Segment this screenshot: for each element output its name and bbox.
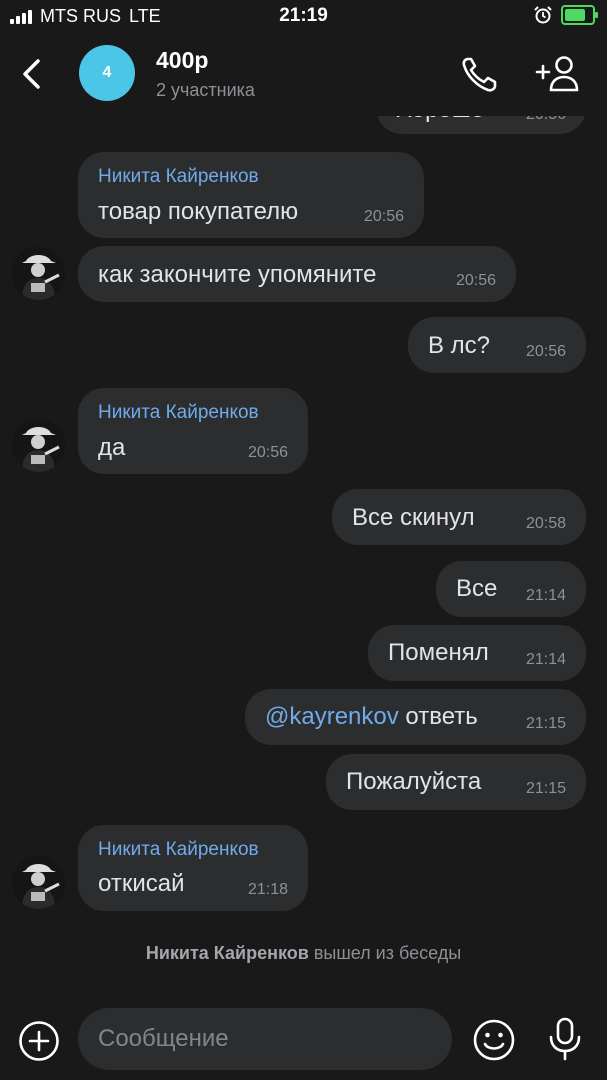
user-avatar[interactable] [12, 419, 65, 472]
user-avatar-image [12, 247, 65, 300]
system-message-action: вышел из беседы [313, 943, 462, 963]
message-text: как закончите упомяните [98, 261, 377, 288]
message-bubble-incoming[interactable]: Никита Кайренков откисай 21:18 [78, 825, 308, 911]
message-text: @kayrenkov ответь [265, 703, 478, 731]
message-text: откисай [98, 870, 185, 897]
mention-link[interactable]: @kayrenkov [265, 703, 399, 730]
message-text: Пожалуйста [346, 768, 482, 795]
message-bubble-incoming[interactable]: Никита Кайренков да 20:56 [78, 388, 308, 474]
system-message-name[interactable]: Никита Кайренков [146, 943, 309, 963]
message-bubble-outgoing[interactable]: В лс? 20:56 [408, 317, 586, 373]
chat-avatar[interactable]: 4 [79, 45, 135, 101]
message-time: 21:14 [525, 587, 566, 604]
microphone-icon[interactable] [546, 1016, 584, 1062]
chat-header: 4 400р 2 участника [0, 34, 607, 116]
message-time: 20:56 [363, 208, 404, 225]
message-sender[interactable]: Никита Кайренков [98, 402, 259, 424]
message-bubble-outgoing[interactable]: @kayrenkov ответь 21:15 [245, 689, 586, 745]
message-time: 20:56 [525, 343, 566, 360]
user-avatar-image [12, 856, 65, 909]
message-bubble-incoming[interactable]: как закончите упомяните 20:56 [78, 246, 516, 302]
message-text: Поменял [388, 639, 489, 666]
message-text-rest: ответь [398, 703, 478, 730]
add-member-icon[interactable] [532, 54, 582, 94]
message-time: 21:14 [525, 651, 566, 668]
message-sender[interactable]: Никита Кайренков [98, 839, 259, 861]
user-avatar-image [12, 419, 65, 472]
attach-plus-icon[interactable] [18, 1020, 60, 1062]
message-text: да [98, 434, 126, 461]
user-avatar[interactable] [12, 247, 65, 300]
message-time: 21:15 [525, 780, 566, 797]
message-time: 21:15 [525, 715, 566, 732]
message-time: 20:56 [455, 272, 496, 289]
chat-subtitle: 2 участника [156, 80, 255, 100]
message-bubble-outgoing[interactable]: Поменял 21:14 [368, 625, 586, 681]
message-time: 20:56 [247, 444, 288, 461]
message-bubble-outgoing[interactable]: Все скинул 20:58 [332, 489, 586, 545]
message-text: Все [456, 575, 498, 602]
back-arrow-icon[interactable] [14, 52, 48, 96]
emoji-icon[interactable] [472, 1018, 516, 1062]
message-time: 20:58 [525, 515, 566, 532]
phone-icon[interactable] [460, 54, 500, 94]
message-bubble-outgoing[interactable]: Все 21:14 [436, 561, 586, 617]
message-time: 21:18 [247, 881, 288, 898]
message-text: Все скинул [352, 504, 475, 531]
user-avatar[interactable] [12, 856, 65, 909]
message-text: В лс? [428, 332, 491, 359]
message-bubble-outgoing[interactable]: Пожалуйста 21:15 [326, 754, 586, 810]
alarm-icon [534, 6, 552, 24]
battery-icon [561, 5, 598, 25]
chat-title[interactable]: 400р [156, 47, 208, 74]
message-sender[interactable]: Никита Кайренков [98, 166, 259, 188]
message-input[interactable]: Сообщение [78, 1008, 452, 1070]
message-text: товар покупателю [98, 198, 299, 225]
message-bubble-incoming[interactable]: Никита Кайренков товар покупателю 20:56 [78, 152, 424, 238]
status-bar: MTS RUS LTE 21:19 [0, 0, 607, 34]
clock: 21:19 [279, 5, 328, 26]
message-composer: Сообщение [0, 1000, 607, 1080]
system-message: Никита Кайренков вышел из беседы [0, 943, 607, 964]
